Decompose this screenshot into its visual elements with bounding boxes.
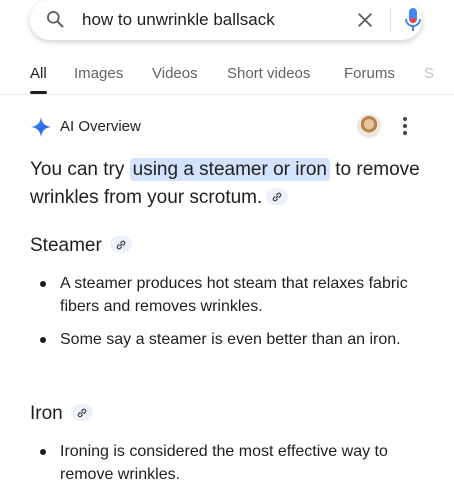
list-item: Some say a steamer is even better than a… (40, 328, 420, 351)
ai-overview-answer: You can try using a steamer or iron to r… (30, 156, 430, 212)
section-heading-text: Iron (30, 403, 63, 424)
avatar[interactable] (358, 115, 380, 137)
tabs-divider (0, 94, 454, 95)
link-icon (116, 240, 126, 250)
more-icon[interactable] (402, 117, 408, 137)
section-heading-text: Steamer (30, 235, 102, 256)
search-tabs: All Images Videos Short videos Forums S (0, 60, 454, 94)
highlighted-answer[interactable]: using a steamer or iron (129, 158, 330, 181)
ai-overview-title: AI Overview (60, 118, 141, 135)
search-input[interactable]: how to unwrinkle ballsack (82, 10, 275, 30)
search-divider (390, 8, 391, 32)
tab-all[interactable]: All (30, 65, 47, 82)
link-icon (272, 192, 282, 202)
link-icon (77, 408, 87, 418)
tab-forums[interactable]: Forums (344, 65, 395, 82)
mic-icon[interactable] (404, 7, 422, 33)
lead-text: You can try (30, 159, 130, 180)
list-item: Ironing is considered the most effective… (40, 440, 420, 486)
tab-short-videos[interactable]: Short videos (227, 65, 310, 82)
section-heading-iron: Iron (30, 403, 93, 425)
source-link-button[interactable] (266, 188, 289, 205)
source-link-button[interactable] (109, 236, 132, 253)
tab-images[interactable]: Images (74, 65, 123, 82)
source-link-button[interactable] (70, 404, 93, 421)
iron-bullets: Ironing is considered the most effective… (40, 440, 420, 486)
sparkle-icon (30, 116, 52, 138)
section-heading-steamer: Steamer (30, 235, 132, 257)
search-bar[interactable]: how to unwrinkle ballsack (30, 0, 422, 40)
list-item: A steamer produces hot steam that relaxe… (40, 272, 420, 318)
clear-icon[interactable] (355, 10, 375, 30)
tab-videos[interactable]: Videos (152, 65, 198, 82)
tab-truncated[interactable]: S (424, 65, 434, 82)
steamer-bullets: A steamer produces hot steam that relaxe… (40, 272, 420, 351)
search-icon[interactable] (45, 9, 65, 29)
